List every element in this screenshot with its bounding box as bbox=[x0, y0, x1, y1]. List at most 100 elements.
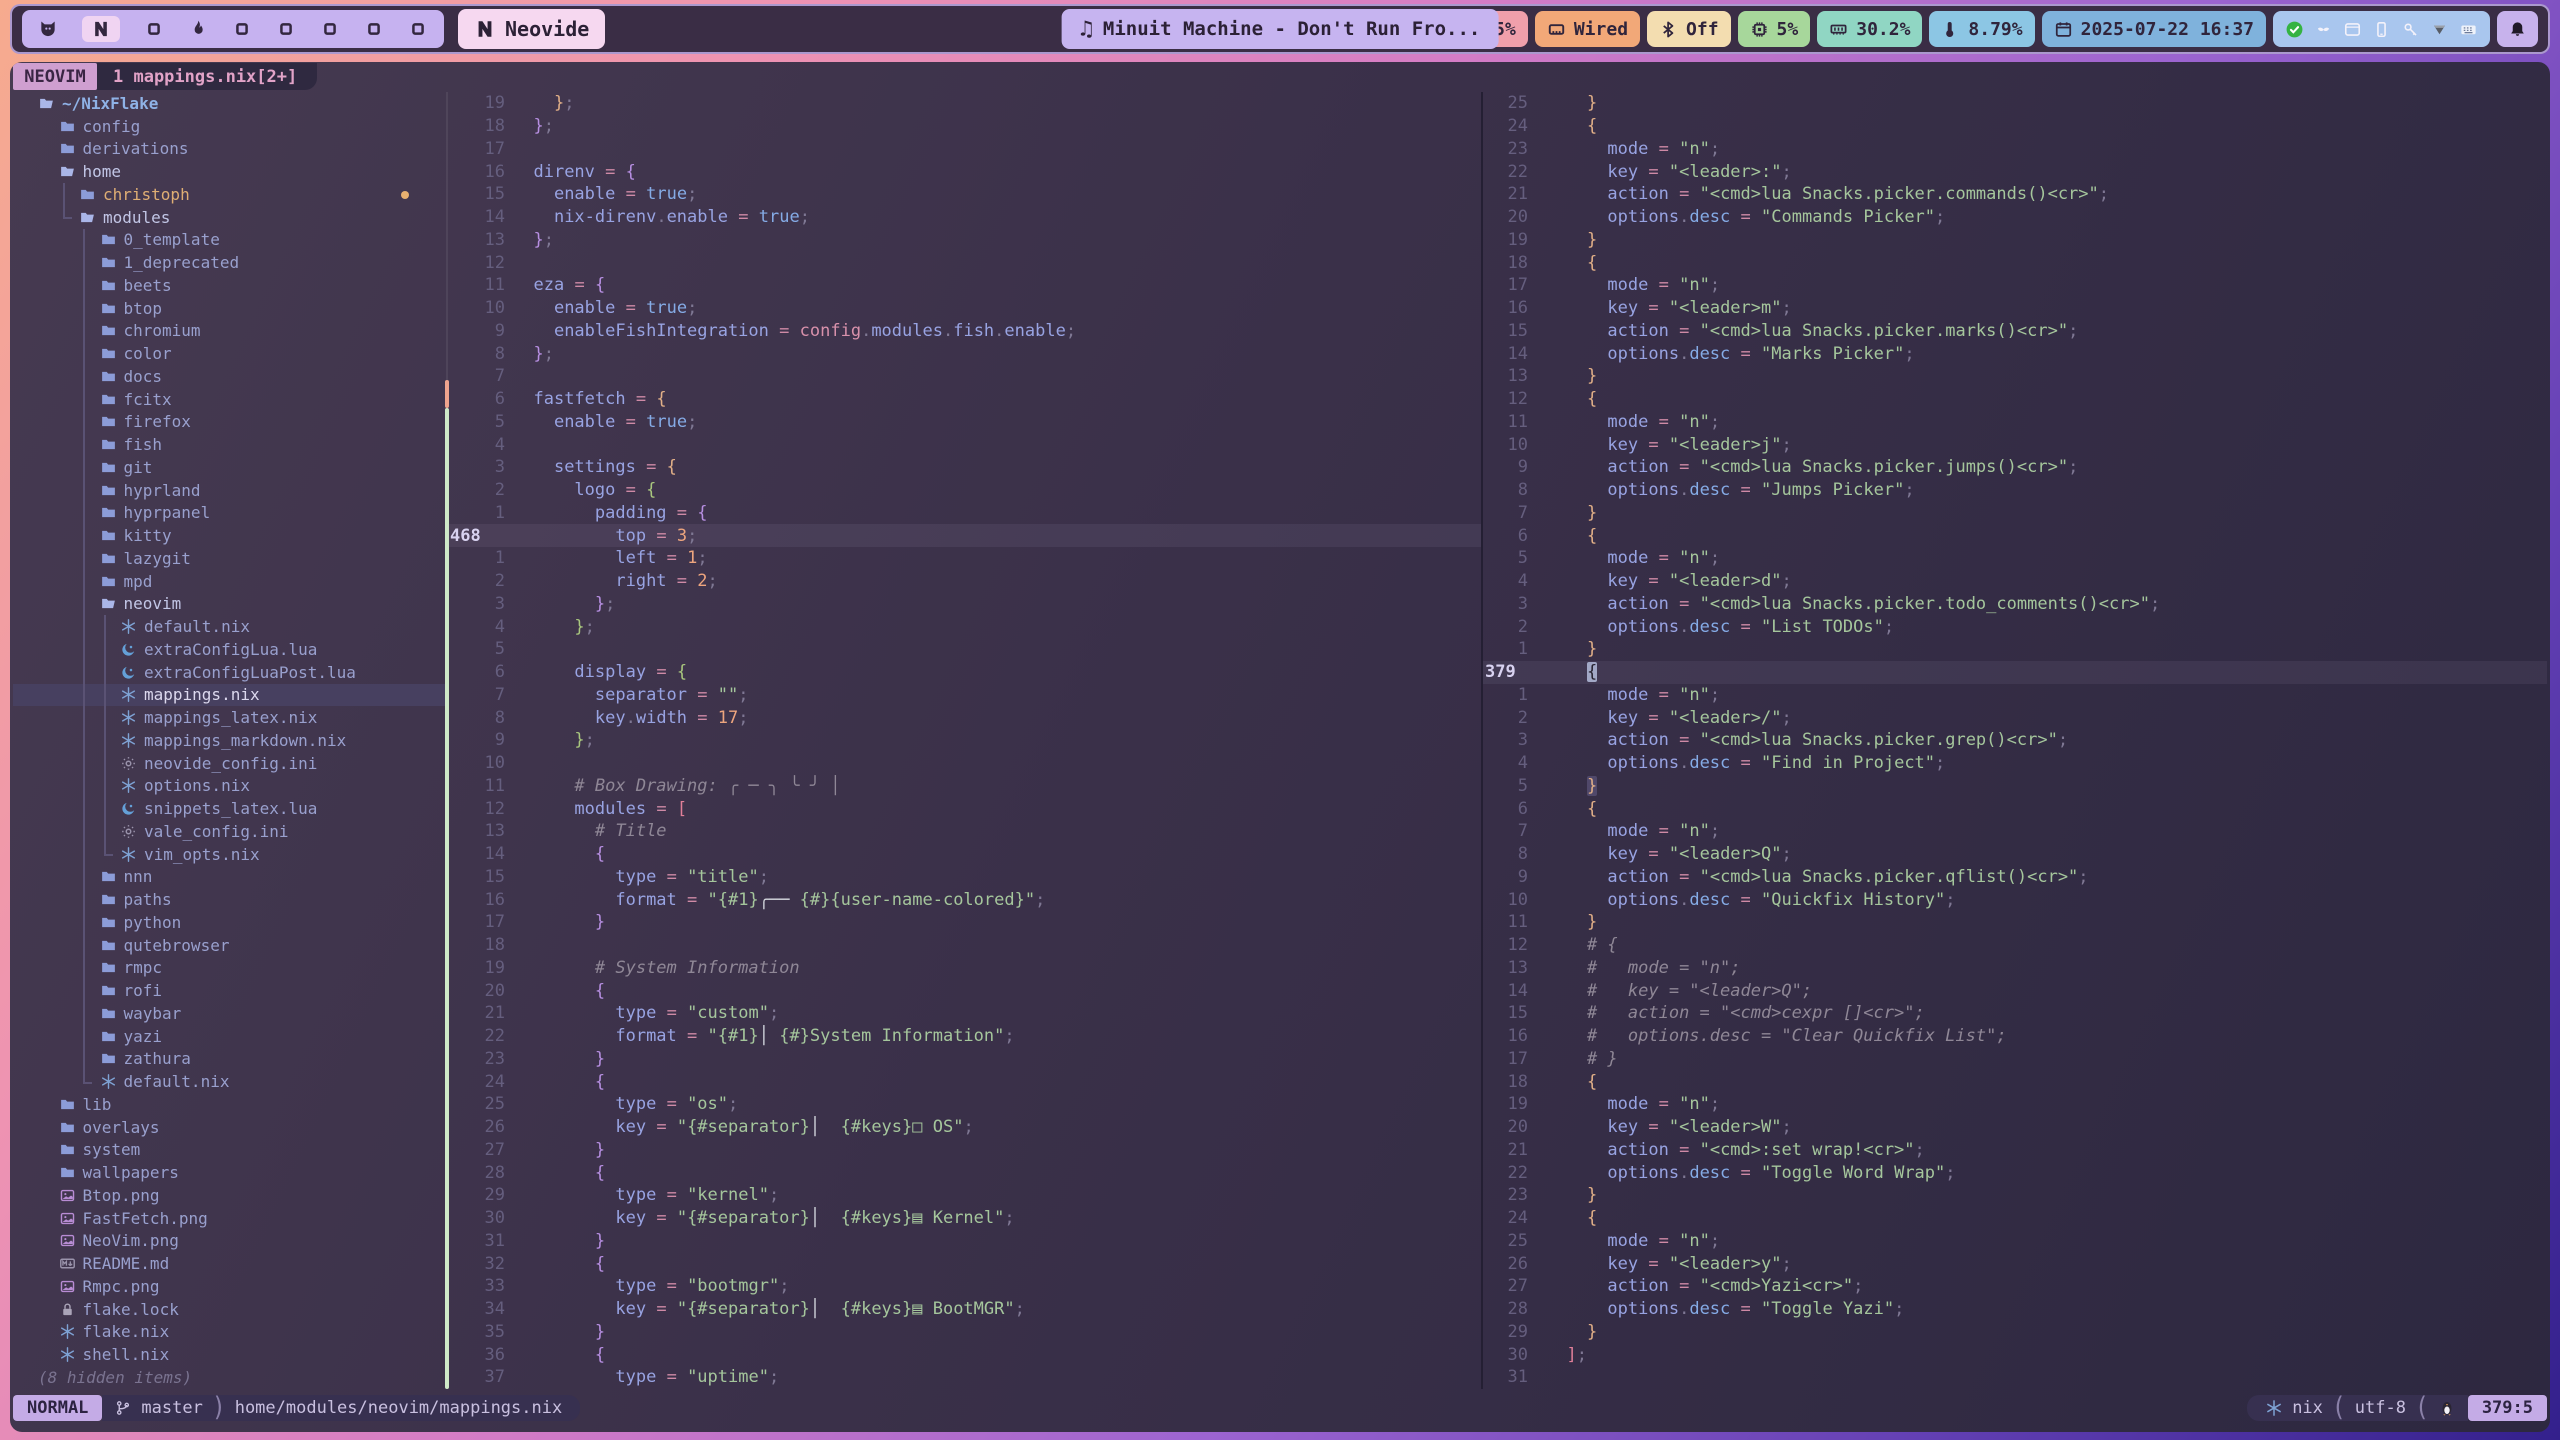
code-line[interactable]: 5 enable = true; bbox=[448, 411, 1481, 434]
code-line[interactable]: 16 direnv = { bbox=[448, 160, 1481, 183]
code-line[interactable]: 17 mode = "n"; bbox=[1483, 274, 2547, 297]
code-line[interactable]: 3 settings = { bbox=[448, 456, 1481, 479]
phone-icon[interactable] bbox=[2372, 20, 2391, 39]
code-line[interactable]: 22 options.desc = "Toggle Word Wrap"; bbox=[1483, 1161, 2547, 1184]
key-icon[interactable] bbox=[2401, 20, 2420, 39]
tree-item-rmpc[interactable]: rmpc bbox=[13, 957, 447, 980]
code-line[interactable]: 4 }; bbox=[448, 615, 1481, 638]
code-line[interactable]: 19 # System Information bbox=[448, 957, 1481, 980]
tree-item-neovim[interactable]: neovim bbox=[13, 593, 447, 616]
workspace-switcher[interactable] bbox=[22, 10, 444, 48]
code-line[interactable]: 5 bbox=[448, 638, 1481, 661]
tree-item-extraconfiglua-lua[interactable]: extraConfigLua.lua bbox=[13, 638, 447, 661]
tree-item-vim-opts-nix[interactable]: vim_opts.nix bbox=[13, 843, 447, 866]
code-line[interactable]: 25 type = "os"; bbox=[448, 1093, 1481, 1116]
code-line[interactable]: 28 options.desc = "Toggle Yazi"; bbox=[1483, 1298, 2547, 1321]
code-line[interactable]: 20 options.desc = "Commands Picker"; bbox=[1483, 206, 2547, 229]
code-line[interactable]: 17 bbox=[448, 138, 1481, 161]
code-line[interactable]: 1 left = 1; bbox=[448, 547, 1481, 570]
tree-item-default-nix[interactable]: default.nix bbox=[13, 1070, 447, 1093]
code-line[interactable]: 14 { bbox=[448, 843, 1481, 866]
code-line-current[interactable]: 379 { bbox=[1483, 661, 2547, 684]
tree-item-mappings-nix[interactable]: mappings.nix bbox=[13, 684, 447, 707]
check-circle-icon[interactable] bbox=[2285, 20, 2304, 39]
code-line[interactable]: 18 }; bbox=[448, 115, 1481, 138]
code-line[interactable]: 5 mode = "n"; bbox=[1483, 547, 2547, 570]
code-line[interactable]: 35 } bbox=[448, 1321, 1481, 1344]
code-line[interactable]: 20 key = "<leader>W"; bbox=[1483, 1116, 2547, 1139]
tree-item-rmpc-png[interactable]: Rmpc.png bbox=[13, 1275, 447, 1298]
code-line[interactable]: 11 mode = "n"; bbox=[1483, 411, 2547, 434]
code-line[interactable]: 14 # key = "<leader>Q"; bbox=[1483, 979, 2547, 1002]
tree-item-hyprpanel[interactable]: hyprpanel bbox=[13, 502, 447, 525]
network-widget[interactable]: Wired bbox=[1535, 11, 1640, 47]
code-line[interactable]: 28 { bbox=[448, 1161, 1481, 1184]
tree-item-christoph[interactable]: christoph bbox=[13, 183, 447, 206]
tree-item-fcitx[interactable]: fcitx bbox=[13, 388, 447, 411]
code-line[interactable]: 29 } bbox=[1483, 1321, 2547, 1344]
tree-item-btop[interactable]: btop bbox=[13, 297, 447, 320]
code-line[interactable]: 10 enable = true; bbox=[448, 297, 1481, 320]
code-line[interactable]: 10 key = "<leader>j"; bbox=[1483, 433, 2547, 456]
tree-item-derivations[interactable]: derivations bbox=[13, 138, 447, 161]
code-line[interactable]: 12 # { bbox=[1483, 934, 2547, 957]
tree-item-flake-nix[interactable]: flake.nix bbox=[13, 1321, 447, 1344]
code-line[interactable]: 19 }; bbox=[448, 92, 1481, 115]
code-line[interactable]: 10 options.desc = "Quickfix History"; bbox=[1483, 888, 2547, 911]
code-line[interactable]: 24 { bbox=[1483, 1207, 2547, 1230]
code-line[interactable]: 27 } bbox=[448, 1139, 1481, 1162]
code-line[interactable]: 22 format = "{#1}│ {#}System Information… bbox=[448, 1025, 1481, 1048]
tree-item-wallpapers[interactable]: wallpapers bbox=[13, 1161, 447, 1184]
code-line[interactable]: 11 } bbox=[1483, 911, 2547, 934]
code-line[interactable]: 33 type = "bootmgr"; bbox=[448, 1275, 1481, 1298]
workspace-7[interactable] bbox=[320, 19, 340, 39]
code-line[interactable]: 32 { bbox=[448, 1252, 1481, 1275]
code-line[interactable]: 36 { bbox=[448, 1343, 1481, 1366]
cpu-widget[interactable]: 5% bbox=[1738, 11, 1811, 47]
code-line[interactable]: 12 bbox=[448, 251, 1481, 274]
code-line[interactable]: 1 padding = { bbox=[448, 502, 1481, 525]
code-line[interactable]: 23 mode = "n"; bbox=[1483, 138, 2547, 161]
triangle-icon[interactable] bbox=[2430, 20, 2449, 39]
tree-item-home[interactable]: home bbox=[13, 160, 447, 183]
workspace-3[interactable] bbox=[144, 19, 164, 39]
code-line[interactable]: 12 modules = [ bbox=[448, 797, 1481, 820]
tree-item-shell-nix[interactable]: shell.nix bbox=[13, 1343, 447, 1366]
code-line[interactable]: 5 } bbox=[1483, 775, 2547, 798]
code-line[interactable]: 4 options.desc = "Find in Project"; bbox=[1483, 752, 2547, 775]
notification-bell[interactable] bbox=[2497, 11, 2538, 47]
keyboard-icon[interactable] bbox=[2459, 20, 2478, 39]
tree-item-kitty[interactable]: kitty bbox=[13, 524, 447, 547]
workspace-2-active[interactable] bbox=[82, 16, 120, 42]
code-line[interactable]: 11 eza = { bbox=[448, 274, 1481, 297]
code-line[interactable]: 18 { bbox=[1483, 1070, 2547, 1093]
code-line[interactable]: 22 key = "<leader>:"; bbox=[1483, 160, 2547, 183]
tree-item-beets[interactable]: beets bbox=[13, 274, 447, 297]
code-line[interactable]: 25 } bbox=[1483, 92, 2547, 115]
code-line[interactable]: 21 action = "<cmd>:set wrap!<cr>"; bbox=[1483, 1139, 2547, 1162]
tree-item-snippets-latex-lua[interactable]: snippets_latex.lua bbox=[13, 797, 447, 820]
tree-item-paths[interactable]: paths bbox=[13, 888, 447, 911]
tree-item-modules[interactable]: modules bbox=[13, 206, 447, 229]
code-line[interactable]: 21 action = "<cmd>lua Snacks.picker.comm… bbox=[1483, 183, 2547, 206]
code-line[interactable]: 15 # action = "<cmd>cexpr []<cr>"; bbox=[1483, 1002, 2547, 1025]
code-line[interactable]: 3 action = "<cmd>lua Snacks.picker.grep(… bbox=[1483, 729, 2547, 752]
music-widget[interactable]: ♫ Minuit Machine - Don't Run Fro... bbox=[1062, 9, 1499, 49]
code-line[interactable]: 27 action = "<cmd>Yazi<cr>"; bbox=[1483, 1275, 2547, 1298]
code-line[interactable]: 30 ]; bbox=[1483, 1343, 2547, 1366]
tree-item-qutebrowser[interactable]: qutebrowser bbox=[13, 934, 447, 957]
tree-item-btop-png[interactable]: Btop.png bbox=[13, 1184, 447, 1207]
code-line[interactable]: 7 } bbox=[1483, 502, 2547, 525]
workspace-4[interactable] bbox=[188, 19, 208, 39]
tree-item-config[interactable]: config bbox=[13, 115, 447, 138]
code-line[interactable]: 13 }; bbox=[448, 229, 1481, 252]
tree-item-docs[interactable]: docs bbox=[13, 365, 447, 388]
tree-item-rofi[interactable]: rofi bbox=[13, 979, 447, 1002]
code-line[interactable]: 3 action = "<cmd>lua Snacks.picker.todo_… bbox=[1483, 593, 2547, 616]
code-line[interactable]: 31 } bbox=[448, 1230, 1481, 1253]
mustache-icon[interactable] bbox=[2314, 20, 2333, 39]
tree-item-default-nix[interactable]: default.nix bbox=[13, 615, 447, 638]
code-line[interactable]: 13 # Title bbox=[448, 820, 1481, 843]
code-line[interactable]: 18 { bbox=[1483, 251, 2547, 274]
tree-item-firefox[interactable]: firefox bbox=[13, 411, 447, 434]
